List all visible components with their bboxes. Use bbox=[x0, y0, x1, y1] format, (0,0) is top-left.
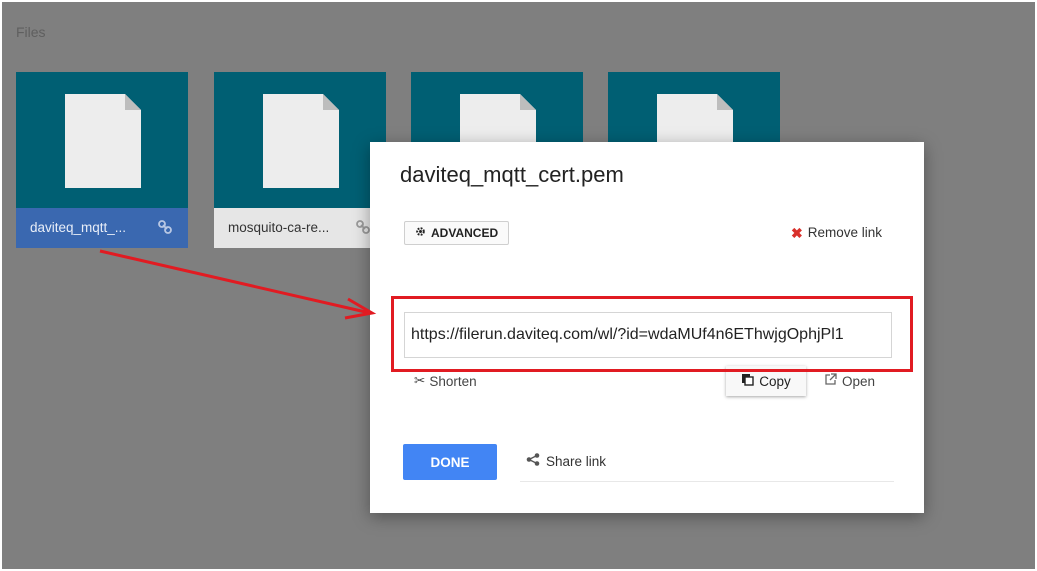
link-icon bbox=[356, 220, 370, 234]
advanced-label: ADVANCED bbox=[431, 226, 499, 240]
copy-label: Copy bbox=[759, 373, 791, 389]
done-button[interactable]: DONE bbox=[403, 444, 497, 480]
gear-icon bbox=[415, 226, 426, 240]
file-tile[interactable]: mosquito-ca-re... bbox=[214, 72, 386, 248]
remove-link-button[interactable]: ✖ Remove link bbox=[791, 225, 882, 240]
scissors-icon: ✂ bbox=[414, 373, 426, 388]
share-url-input[interactable] bbox=[404, 312, 892, 358]
link-icon bbox=[158, 220, 172, 234]
share-link-dialog: daviteq_mqtt_cert.pem ADVANCED ✖ Remove … bbox=[370, 142, 924, 513]
share-link-button[interactable]: Share link bbox=[526, 453, 606, 469]
file-icon bbox=[263, 94, 339, 188]
remove-link-label: Remove link bbox=[807, 225, 882, 240]
shorten-button[interactable]: ✂ Shorten bbox=[414, 373, 477, 389]
copy-icon bbox=[741, 373, 754, 389]
divider bbox=[520, 481, 894, 482]
share-icon bbox=[526, 453, 540, 469]
file-icon bbox=[65, 94, 141, 188]
close-icon: ✖ bbox=[790, 224, 803, 241]
open-link-button[interactable]: Open bbox=[824, 373, 875, 389]
share-link-label: Share link bbox=[546, 453, 607, 469]
section-title: Files bbox=[16, 24, 46, 40]
advanced-button[interactable]: ADVANCED bbox=[404, 221, 510, 245]
copy-button[interactable]: Copy bbox=[726, 366, 806, 396]
open-label: Open bbox=[842, 373, 876, 389]
shorten-label: Shorten bbox=[429, 373, 477, 389]
file-tile[interactable]: daviteq_mqtt_... bbox=[16, 72, 188, 248]
dialog-title: daviteq_mqtt_cert.pem bbox=[400, 162, 624, 187]
external-link-icon bbox=[824, 373, 837, 389]
